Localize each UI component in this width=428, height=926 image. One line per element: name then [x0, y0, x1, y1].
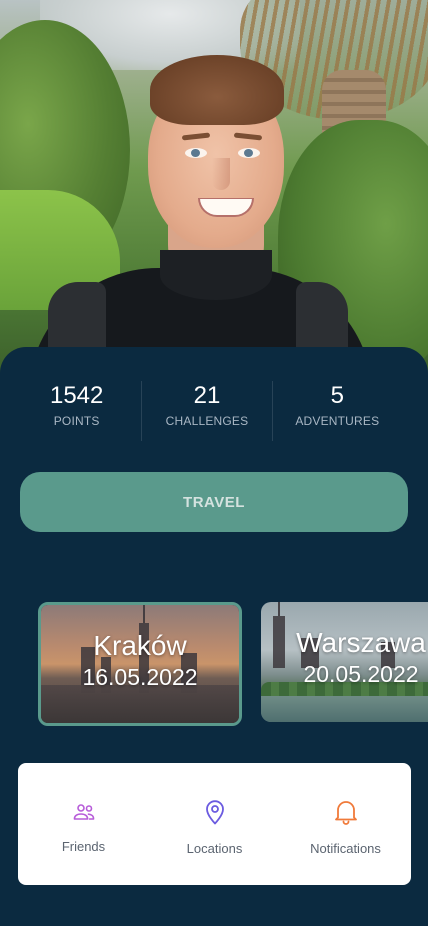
- nav-item-notifications[interactable]: Notifications: [280, 763, 411, 885]
- stat-points: 1542 POINTS: [12, 381, 141, 441]
- city-date: 16.05.2022: [82, 664, 198, 690]
- city-carousel[interactable]: Kraków 16.05.2022 Warszawa 20.05.2022: [0, 602, 428, 726]
- city-name: Kraków: [93, 630, 187, 661]
- person-nose: [212, 158, 230, 190]
- stat-label: POINTS: [53, 414, 100, 428]
- bottom-navigation: Friends Locations Notifications: [18, 763, 411, 885]
- city-card-warszawa[interactable]: Warszawa 20.05.2022: [261, 602, 428, 722]
- city-caption: Kraków 16.05.2022: [41, 629, 239, 691]
- nav-label: Locations: [186, 841, 243, 856]
- stat-challenges: 21 CHALLENGES: [141, 381, 271, 441]
- friends-icon: [71, 799, 97, 825]
- city-caption: Warszawa 20.05.2022: [261, 626, 428, 688]
- profile-screen: 1542 POINTS 21 CHALLENGES 5 ADVENTURES T…: [0, 0, 428, 926]
- nav-label: Notifications: [310, 841, 381, 856]
- person-eye-right: [238, 148, 260, 158]
- nav-item-locations[interactable]: Locations: [149, 763, 280, 885]
- person-collar: [160, 250, 272, 300]
- nav-item-friends[interactable]: Friends: [18, 763, 149, 885]
- bell-icon: [333, 799, 359, 825]
- nav-label: Friends: [61, 839, 106, 854]
- city-river: [261, 696, 428, 722]
- profile-card: 1542 POINTS 21 CHALLENGES 5 ADVENTURES T…: [0, 347, 428, 926]
- city-card-krakow[interactable]: Kraków 16.05.2022: [38, 602, 242, 726]
- stat-value: 21: [193, 382, 221, 409]
- city-name: Warszawa: [296, 627, 426, 658]
- city-date: 20.05.2022: [303, 661, 419, 687]
- travel-button[interactable]: TRAVEL: [20, 472, 408, 532]
- stat-value: 5: [330, 382, 344, 409]
- stat-label: CHALLENGES: [165, 414, 249, 428]
- stat-adventures: 5 ADVENTURES: [271, 381, 402, 441]
- stat-label: ADVENTURES: [295, 414, 380, 428]
- person-eye-left: [185, 148, 207, 158]
- person-hair: [150, 55, 284, 125]
- profile-photo: [0, 0, 428, 380]
- stats-row: 1542 POINTS 21 CHALLENGES 5 ADVENTURES: [12, 381, 402, 441]
- stat-value: 1542: [49, 382, 104, 409]
- location-pin-icon: [202, 799, 228, 825]
- photo-person: [0, 0, 428, 380]
